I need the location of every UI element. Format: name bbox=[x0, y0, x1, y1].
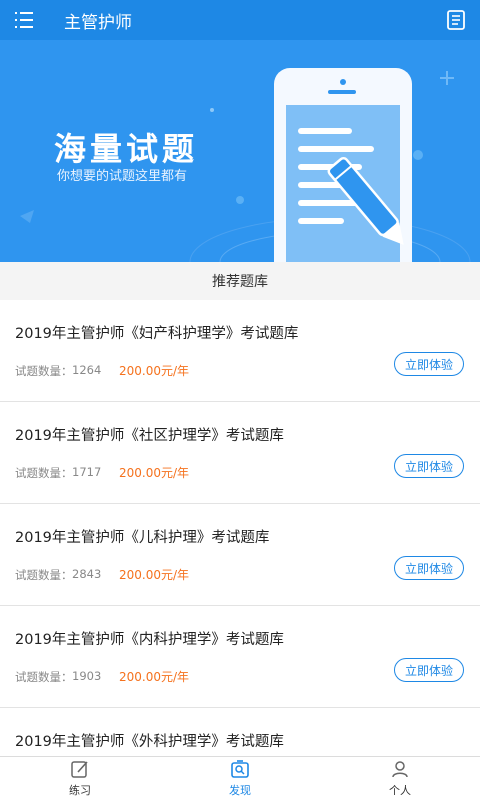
list-item[interactable]: 2019年主管护师《妇产科护理学》考试题库 试题数量： 1264 200.00元… bbox=[0, 300, 480, 402]
tab-label: 个人 bbox=[389, 784, 411, 797]
item-title: 2019年主管护师《妇产科护理学》考试题库 bbox=[15, 326, 299, 342]
item-title: 2019年主管护师《内科护理学》考试题库 bbox=[15, 632, 284, 648]
list-item[interactable]: 2019年主管护师《儿科护理》考试题库 试题数量： 2843 200.00元/年… bbox=[0, 504, 480, 606]
item-price: 200.00元/年 bbox=[119, 364, 190, 378]
try-now-button[interactable]: 立即体验 bbox=[394, 658, 464, 682]
question-bank-list: 2019年主管护师《妇产科护理学》考试题库 试题数量： 1264 200.00元… bbox=[0, 300, 480, 756]
menu-button[interactable] bbox=[0, 0, 48, 40]
item-title: 2019年主管护师《社区护理学》考试题库 bbox=[15, 428, 284, 444]
menu-icon bbox=[15, 12, 33, 28]
tab-practice[interactable]: 练习 bbox=[0, 757, 160, 800]
tab-label: 练习 bbox=[69, 784, 91, 797]
notes-button[interactable] bbox=[444, 8, 468, 32]
try-now-button[interactable]: 立即体验 bbox=[394, 454, 464, 478]
tab-discover[interactable]: 发现 bbox=[160, 757, 320, 800]
banner[interactable]: 海量试题 你想要的试题这里都有 bbox=[0, 40, 480, 262]
banner-subtitle: 你想要的试题这里都有 bbox=[57, 169, 188, 184]
try-now-button[interactable]: 立即体验 bbox=[394, 352, 464, 376]
notes-icon bbox=[447, 10, 465, 30]
section-title: 推荐题库 bbox=[0, 262, 480, 300]
tab-profile[interactable]: 个人 bbox=[320, 757, 480, 800]
item-count-label: 试题数量： bbox=[15, 670, 73, 684]
bottom-tab-bar: 练习 发现 个人 bbox=[0, 756, 480, 800]
item-price: 200.00元/年 bbox=[119, 670, 190, 684]
item-title: 2019年主管护师《儿科护理》考试题库 bbox=[15, 530, 270, 546]
list-item[interactable]: 2019年主管护师《外科护理学》考试题库 bbox=[0, 708, 480, 756]
discover-icon bbox=[231, 760, 249, 778]
item-count: 1264 bbox=[72, 363, 102, 377]
item-title: 2019年主管护师《外科护理学》考试题库 bbox=[15, 734, 284, 750]
tab-label: 发现 bbox=[229, 784, 251, 797]
item-count-label: 试题数量： bbox=[15, 466, 73, 480]
try-now-button[interactable]: 立即体验 bbox=[394, 556, 464, 580]
item-price: 200.00元/年 bbox=[119, 568, 190, 582]
item-count: 2843 bbox=[72, 567, 102, 581]
page-title: 主管护师 bbox=[64, 12, 132, 33]
item-count-label: 试题数量： bbox=[15, 364, 73, 378]
item-count: 1903 bbox=[72, 669, 102, 683]
item-count-label: 试题数量： bbox=[15, 568, 73, 582]
person-icon bbox=[392, 761, 408, 778]
list-item[interactable]: 2019年主管护师《内科护理学》考试题库 试题数量： 1903 200.00元/… bbox=[0, 606, 480, 708]
top-bar: 主管护师 bbox=[0, 0, 480, 40]
banner-title: 海量试题 bbox=[54, 130, 199, 168]
item-count: 1717 bbox=[72, 465, 102, 479]
list-item[interactable]: 2019年主管护师《社区护理学》考试题库 试题数量： 1717 200.00元/… bbox=[0, 402, 480, 504]
edit-icon bbox=[71, 761, 88, 778]
item-price: 200.00元/年 bbox=[119, 466, 190, 480]
